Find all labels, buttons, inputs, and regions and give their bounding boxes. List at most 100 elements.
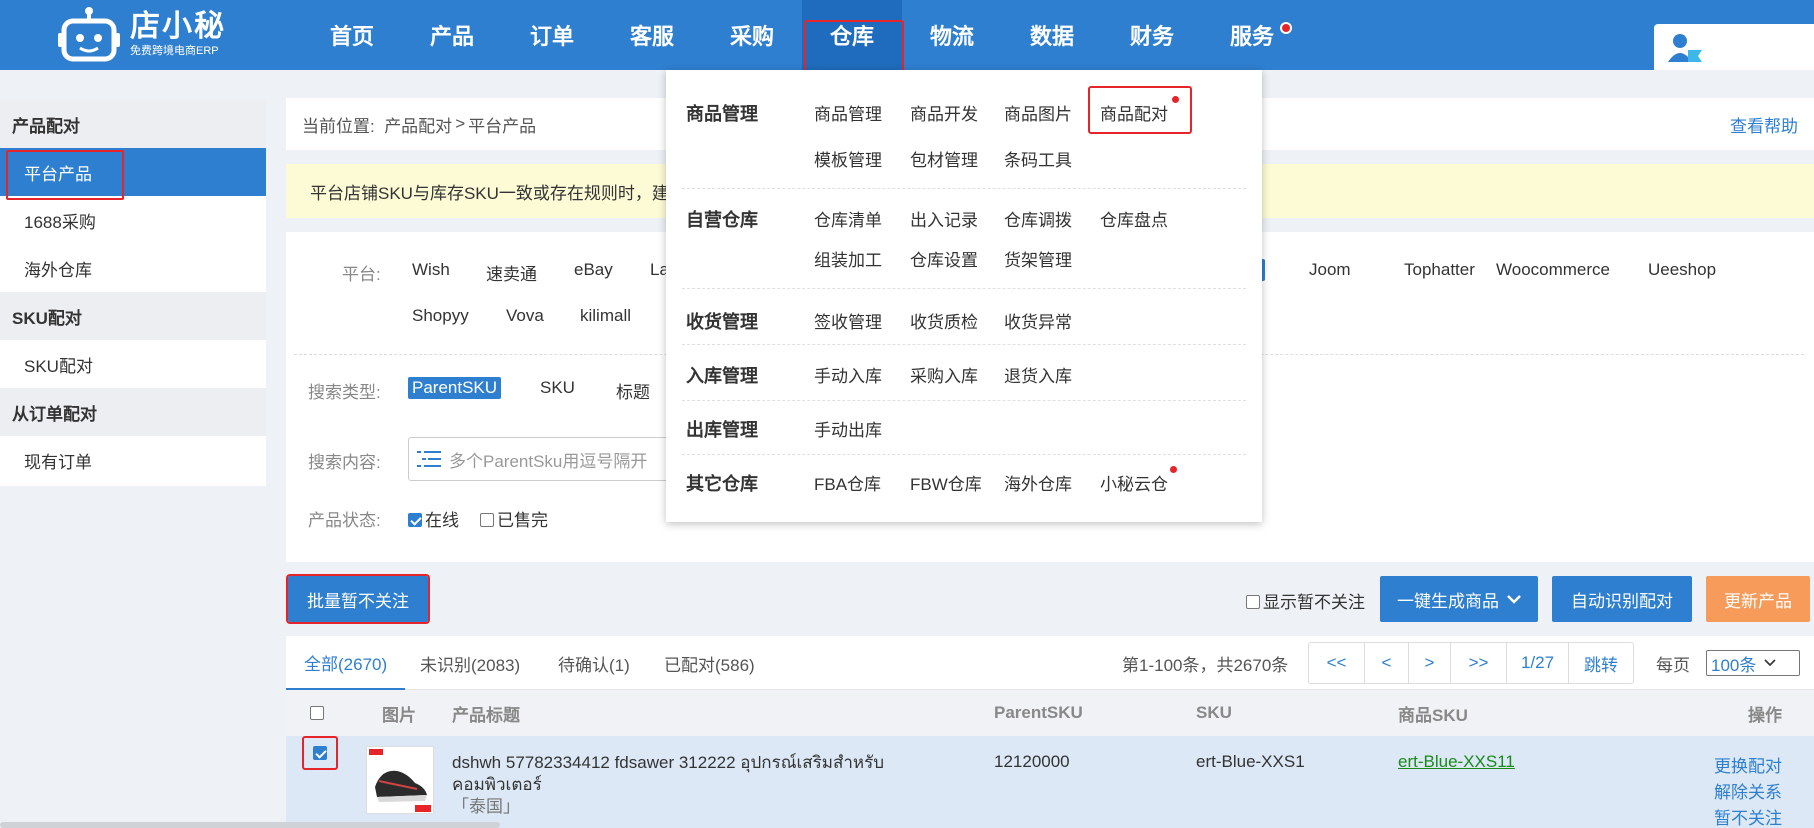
dd-link-packaging-mgmt[interactable]: 包材管理: [910, 146, 978, 171]
divider: [682, 288, 1246, 289]
platform-shopyy[interactable]: Shopyy: [412, 306, 469, 326]
list-icon: [417, 451, 441, 467]
search-type-parentsku[interactable]: ParentSKU: [408, 377, 502, 399]
search-type-sku[interactable]: SKU: [540, 378, 575, 398]
platform-woocommerce[interactable]: Woocommerce: [1496, 260, 1610, 280]
platform-tophatter[interactable]: Tophatter: [1404, 260, 1475, 280]
logo-title: 店小秘: [130, 10, 226, 43]
divider: [682, 400, 1246, 401]
nav-services-wrap[interactable]: 服务: [1202, 0, 1302, 70]
sku-cell: ert-Blue-XXS1: [1196, 752, 1305, 771]
platform-ueeshop[interactable]: Ueeshop: [1648, 260, 1716, 280]
pager-last[interactable]: >>: [1451, 643, 1507, 683]
dd-link-manual-inbound[interactable]: 手动入库: [814, 362, 882, 387]
show-ignored-checkbox[interactable]: 显示暂不关注: [1246, 588, 1365, 613]
dd-link-product-dev[interactable]: 商品开发: [910, 100, 978, 125]
dd-link-fba-warehouse[interactable]: FBA仓库: [814, 470, 881, 495]
dd-link-in-out-records[interactable]: 出入记录: [910, 206, 978, 231]
nav-finance[interactable]: 财务: [1102, 0, 1202, 70]
help-link[interactable]: 查看帮助: [1730, 112, 1798, 137]
search-content-label: 搜索内容:: [308, 453, 381, 472]
platform-kilimall[interactable]: kilimall: [580, 306, 631, 326]
col-image: 图片: [382, 705, 416, 725]
status-soldout-label: 已售完: [497, 511, 548, 530]
tab-unrecognized[interactable]: 未识别(2083): [420, 636, 520, 690]
batch-ignore-button[interactable]: 批量暂不关注: [286, 574, 430, 624]
per-page-value: 100条: [1711, 655, 1757, 675]
dd-link-fbw-warehouse[interactable]: FBW仓库: [910, 470, 982, 495]
dd-link-product-mgmt[interactable]: 商品管理: [814, 100, 882, 125]
dd-link-assembly[interactable]: 组装加工: [814, 246, 882, 271]
tab-all[interactable]: 全部(2670): [286, 636, 406, 690]
tab-pending[interactable]: 待确认(1): [558, 636, 630, 690]
dd-link-xiaomi-cloud[interactable]: 小秘云仓: [1100, 470, 1168, 495]
user-icon: [1668, 34, 1702, 62]
dd-link-warehouse-transfer[interactable]: 仓库调拨: [1004, 206, 1072, 231]
sidebar-item-platform-products[interactable]: 平台产品: [0, 148, 266, 200]
divider: [682, 344, 1246, 345]
per-page-label: 每页: [1656, 655, 1690, 675]
dd-link-sign-mgmt[interactable]: 签收管理: [814, 308, 882, 333]
nav-home[interactable]: 首页: [302, 0, 402, 70]
pager-jump[interactable]: 跳转: [1569, 643, 1633, 683]
op-unlink[interactable]: 解除关系: [1714, 778, 1782, 803]
nav-warehouse[interactable]: 仓库: [802, 0, 904, 73]
dd-link-overseas-warehouse[interactable]: 海外仓库: [1004, 470, 1072, 495]
dd-link-purchase-inbound[interactable]: 采购入库: [910, 362, 978, 387]
sidebar-item-existing-orders[interactable]: 现有订单: [0, 436, 266, 484]
dd-link-manual-outbound[interactable]: 手动出库: [814, 416, 882, 441]
search-type-title[interactable]: 标题: [616, 378, 650, 403]
platform-aliexpress[interactable]: 速卖通: [486, 260, 537, 285]
user-menu[interactable]: [1654, 24, 1814, 70]
dd-link-warehouse-list[interactable]: 仓库清单: [814, 206, 882, 231]
refresh-products-button[interactable]: 更新产品: [1706, 576, 1810, 622]
platform-wish[interactable]: Wish: [412, 260, 450, 280]
platform-joom[interactable]: Joom: [1309, 260, 1351, 280]
dd-link-shelf-mgmt[interactable]: 货架管理: [1004, 246, 1072, 271]
product-sku-link[interactable]: ert-Blue-XXS11: [1398, 752, 1515, 772]
generate-product-button[interactable]: 一键生成商品: [1380, 576, 1538, 622]
select-all-checkbox[interactable]: [310, 690, 327, 736]
nav-orders[interactable]: 订单: [502, 0, 602, 70]
logo[interactable]: 店小秘 免费跨境电商ERP: [56, 4, 256, 64]
dd-link-template-mgmt[interactable]: 模板管理: [814, 146, 882, 171]
op-change-match[interactable]: 更换配对: [1714, 752, 1782, 777]
platform-vova[interactable]: Vova: [506, 306, 544, 326]
dd-link-barcode-tool[interactable]: 条码工具: [1004, 146, 1072, 171]
status-soldout-checkbox[interactable]: 已售完: [480, 506, 548, 531]
nav-purchase[interactable]: 采购: [702, 0, 802, 70]
nav-data[interactable]: 数据: [1002, 0, 1102, 70]
shoe-image-icon: [367, 747, 433, 813]
pager-next[interactable]: >: [1409, 643, 1451, 683]
dd-link-warehouse-settings[interactable]: 仓库设置: [910, 246, 978, 271]
sidebar-group-order-match: 从订单配对: [0, 388, 266, 436]
auto-match-button[interactable]: 自动识别配对: [1552, 576, 1692, 622]
col-sku: SKU: [1196, 703, 1232, 722]
dd-link-stocktake[interactable]: 仓库盘点: [1100, 206, 1168, 231]
pager-prev[interactable]: <: [1365, 643, 1409, 683]
horizontal-scrollbar[interactable]: [0, 822, 500, 828]
dd-section-receiving: 收货管理: [686, 312, 758, 332]
per-page-select[interactable]: 100条: [1706, 650, 1800, 676]
dd-link-receiving-qc[interactable]: 收货质检: [910, 308, 978, 333]
breadcrumb-link-product-match[interactable]: 产品配对: [384, 112, 452, 137]
nav-logistics[interactable]: 物流: [902, 0, 1002, 70]
dd-section-outbound: 出库管理: [686, 420, 758, 440]
dd-link-product-images[interactable]: 商品图片: [1004, 100, 1072, 125]
checkbox-icon: [1246, 595, 1260, 609]
platform-ebay[interactable]: eBay: [574, 260, 613, 280]
dd-link-return-inbound[interactable]: 退货入库: [1004, 362, 1072, 387]
pager-first[interactable]: <<: [1309, 643, 1365, 683]
op-ignore[interactable]: 暂不关注: [1714, 804, 1782, 828]
show-ignored-label: 显示暂不关注: [1263, 593, 1365, 612]
row-checkbox[interactable]: [302, 736, 338, 770]
sidebar-item-sku-match[interactable]: SKU配对: [0, 340, 266, 388]
status-online-checkbox[interactable]: 在线: [408, 506, 459, 531]
sidebar-item-1688-purchase[interactable]: 1688采购: [0, 196, 266, 244]
col-actions: 操作: [1748, 705, 1782, 725]
nav-products[interactable]: 产品: [402, 0, 502, 70]
tab-matched[interactable]: 已配对(586): [664, 636, 755, 690]
nav-customer-service[interactable]: 客服: [602, 0, 702, 70]
sidebar-item-overseas-warehouse[interactable]: 海外仓库: [0, 244, 266, 292]
dd-link-receiving-exception[interactable]: 收货异常: [1004, 308, 1072, 333]
